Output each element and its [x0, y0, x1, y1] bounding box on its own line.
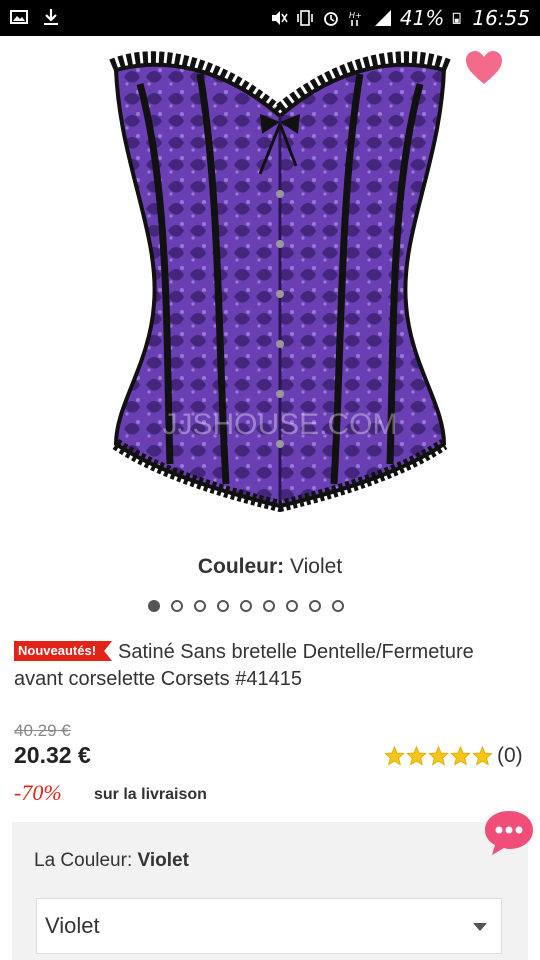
shipping-note: sur la livraison	[94, 786, 207, 803]
vibrate-icon	[297, 10, 313, 26]
alarm-icon	[324, 12, 338, 26]
color-select[interactable]: Violet	[36, 898, 502, 954]
color-caption-label: Couleur:	[197, 555, 285, 578]
gallery-pagination	[148, 600, 344, 612]
gallery-dot[interactable]	[194, 600, 206, 612]
product-title-block: Nouveautés! Satiné Sans bretelle Dentelle…	[14, 639, 524, 693]
gallery-dot[interactable]	[240, 600, 252, 612]
chat-icon[interactable]	[482, 808, 536, 858]
old-price: 40.29 €	[14, 721, 71, 740]
wishlist-heart-icon[interactable]	[464, 50, 504, 86]
color-option-label-text: La Couleur:	[34, 850, 133, 871]
signal-hplus-icon: H+	[349, 11, 362, 26]
color-caption: Couleur: Violet	[0, 555, 540, 579]
star-icon	[450, 746, 471, 766]
color-select-value: Violet	[45, 913, 100, 938]
product-image[interactable]: JJSHOUSE.COM	[100, 44, 460, 524]
status-bar: H+ 41% 16:55	[0, 0, 540, 36]
current-price: 20.32 €	[14, 742, 91, 768]
discount-label: -70%	[14, 780, 62, 805]
star-icon	[472, 746, 493, 766]
gallery-dot[interactable]	[148, 600, 160, 612]
gallery-dot[interactable]	[217, 600, 229, 612]
color-option-panel: La Couleur: Violet Violet	[12, 822, 528, 960]
star-icon	[384, 746, 405, 766]
gallery-dot[interactable]	[263, 600, 275, 612]
color-option-label: La Couleur: Violet	[34, 850, 189, 872]
color-option-value: Violet	[137, 850, 189, 871]
image-watermark: JJSHOUSE.COM	[162, 408, 397, 441]
review-count: (0)	[497, 744, 523, 767]
gallery-dot[interactable]	[309, 600, 321, 612]
new-badge: Nouveautés!	[14, 641, 113, 661]
signal-bars-icon	[374, 10, 391, 26]
clock: 16:55	[472, 6, 530, 30]
color-caption-value: Violet	[290, 555, 343, 578]
rating[interactable]: (0)	[384, 744, 523, 768]
download-icon	[44, 9, 58, 25]
star-icon	[406, 746, 427, 766]
mute-icon	[271, 11, 288, 25]
chevron-down-icon	[473, 923, 487, 931]
image-icon	[10, 10, 28, 24]
battery-icon	[453, 12, 461, 24]
star-icon	[428, 746, 449, 766]
gallery-dot[interactable]	[332, 600, 344, 612]
svg-text:H+: H+	[349, 11, 362, 20]
gallery-dot[interactable]	[286, 600, 298, 612]
gallery-dot[interactable]	[171, 600, 183, 612]
battery-percentage: 41%	[399, 6, 445, 30]
